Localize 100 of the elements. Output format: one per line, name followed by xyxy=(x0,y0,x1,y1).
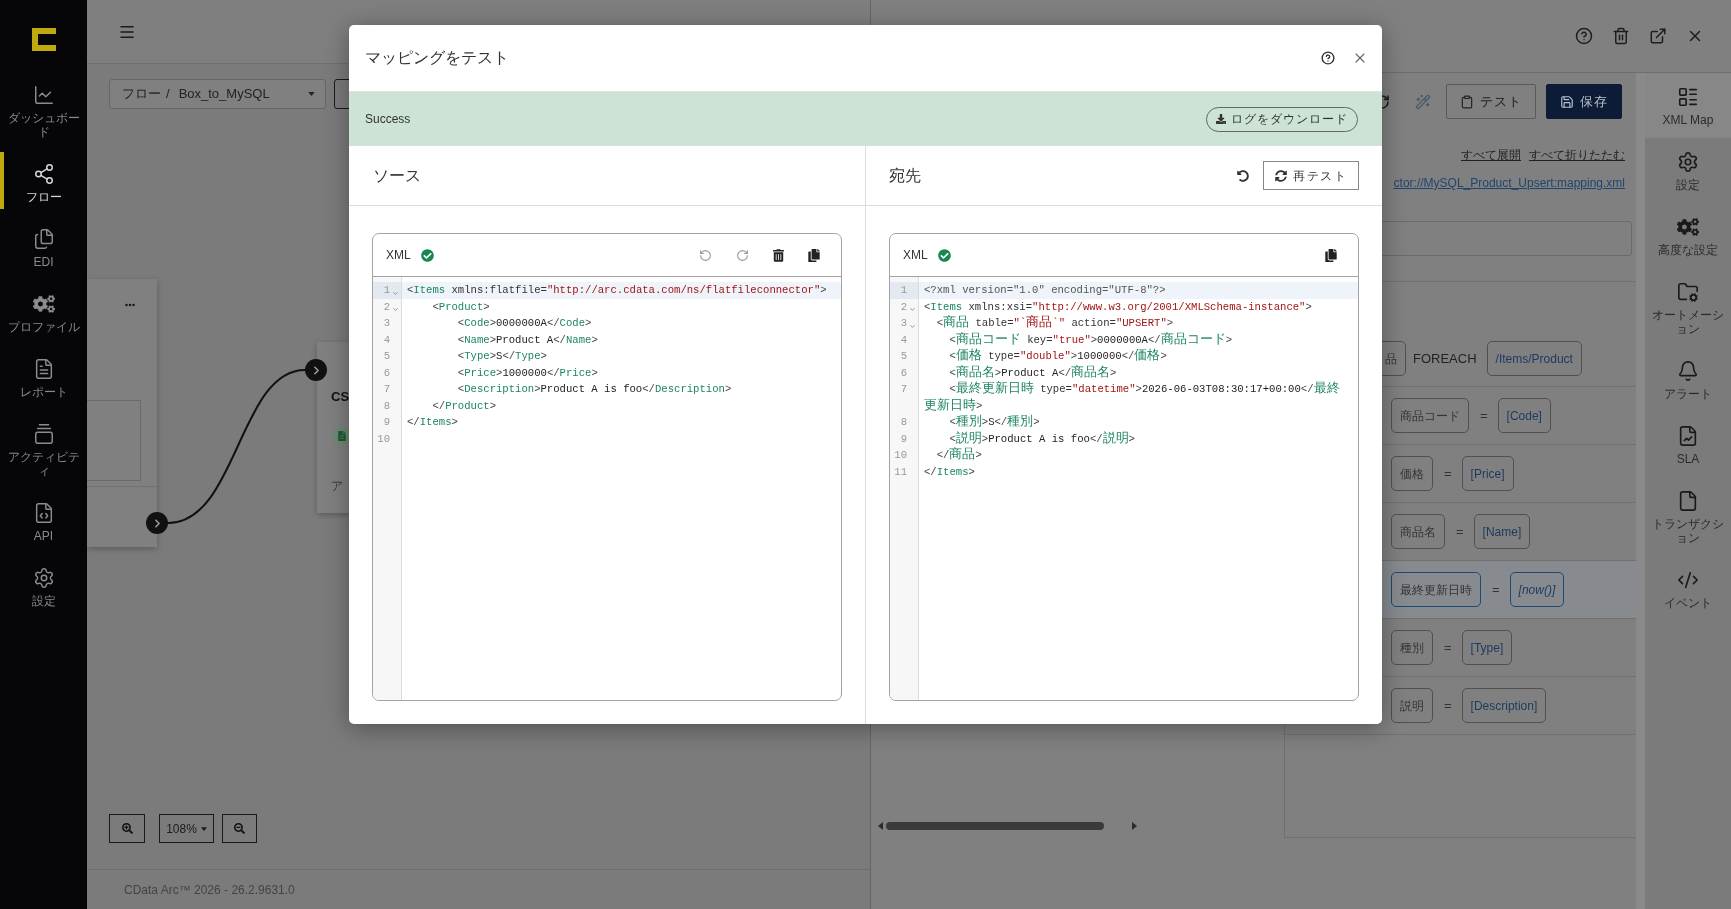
settings-icon xyxy=(32,567,55,589)
chevron-down-icon[interactable] xyxy=(392,306,399,313)
target-field[interactable]: 最終更新日時 xyxy=(1391,572,1481,607)
sidebar-item[interactable]: API xyxy=(0,489,87,554)
code-line: </Product> xyxy=(431,398,498,414)
sidebar-item[interactable]: 設定 xyxy=(0,554,87,619)
rail-item[interactable]: SLA xyxy=(1645,412,1731,477)
refresh-icon xyxy=(1275,169,1287,182)
zoom-in-button[interactable] xyxy=(109,814,145,843)
scrollbar[interactable] xyxy=(878,820,1137,832)
trash-icon[interactable] xyxy=(773,248,784,262)
line-number: 4 xyxy=(900,332,907,348)
code-line: <Code>0000000A</Code> xyxy=(456,316,593,331)
share-nodes-icon xyxy=(32,163,55,185)
sidebar-item[interactable]: ダッシュボード xyxy=(0,71,87,150)
rail-item[interactable]: アラート xyxy=(1645,347,1731,412)
folder-gear-icon xyxy=(1677,281,1699,303)
breadcrumb-dropdown[interactable]: フロー / Box_to_MySQL xyxy=(109,79,326,109)
code-line: <説明>Product A is foo</説明> xyxy=(948,430,1136,447)
code-line: <商品名>Product A</商品名> xyxy=(948,364,1118,381)
help-icon[interactable] xyxy=(1321,51,1335,65)
line-number: 2 xyxy=(383,299,390,315)
line-number: 9 xyxy=(900,431,907,447)
bell-icon xyxy=(1677,360,1699,382)
pane-heading: ソース xyxy=(373,165,421,186)
caret-down-icon xyxy=(200,826,207,831)
chart-document-icon xyxy=(1677,425,1699,447)
node-title: CS xyxy=(331,388,350,406)
code-line: <Items xmlns:xsi="http://www.w3.org/2001/XMLSchema-instance"> xyxy=(923,299,1313,315)
scrollbar[interactable] xyxy=(1636,73,1645,909)
line-number: 5 xyxy=(900,349,907,364)
code-icon xyxy=(1677,569,1699,591)
target-field[interactable]: 商品コード xyxy=(1391,398,1469,433)
save-icon xyxy=(1560,94,1574,109)
link[interactable]: すべて展開 xyxy=(1461,147,1521,163)
connector-port[interactable] xyxy=(305,359,327,381)
target-field[interactable]: 商品名 xyxy=(1391,514,1445,549)
sidebar-item[interactable]: プロファイル xyxy=(0,280,87,345)
gears-icon xyxy=(1677,216,1699,238)
file-link[interactable]: ctor://MySQL_Product_Upsert:mapping.xml xyxy=(1393,175,1625,191)
connector-port[interactable] xyxy=(146,512,168,534)
copy-icon[interactable] xyxy=(808,248,820,262)
operator-text: = xyxy=(1444,638,1452,657)
document-icon xyxy=(1677,490,1699,512)
operator-text: = xyxy=(1444,696,1452,715)
code-line: </商品> xyxy=(935,447,983,464)
list-layout-icon xyxy=(1677,86,1699,108)
source-field[interactable]: [Code] xyxy=(1497,398,1551,433)
rail-item[interactable]: イベント xyxy=(1645,556,1731,621)
target-field[interactable]: 説明 xyxy=(1391,688,1433,723)
operator-text: = xyxy=(1444,464,1452,483)
line-number: 10 xyxy=(377,431,390,447)
status-text: Success xyxy=(365,111,411,128)
source-field[interactable]: [Price] xyxy=(1461,456,1514,491)
line-chart-icon xyxy=(32,84,55,106)
redo-icon[interactable] xyxy=(736,248,749,262)
source-field[interactable]: [Type] xyxy=(1461,630,1513,665)
source-field[interactable]: /Items/Product xyxy=(1486,341,1582,376)
zoom-level-dropdown[interactable]: 108% xyxy=(159,814,214,843)
external-link-icon[interactable] xyxy=(1649,27,1667,45)
code-line: <Name>Product A</Name> xyxy=(456,332,599,348)
retest-button[interactable]: 再テスト xyxy=(1263,161,1359,190)
rail-item[interactable]: 設定 xyxy=(1645,138,1731,203)
code-line: <Price>1000000</Price> xyxy=(456,365,599,381)
line-number: 8 xyxy=(900,415,907,430)
line-number: 8 xyxy=(383,398,390,414)
line-number: 11 xyxy=(894,464,907,480)
rail-item[interactable]: オートメーション xyxy=(1645,268,1731,347)
gears-icon xyxy=(32,293,55,315)
download-icon xyxy=(1216,114,1226,124)
sidebar-item[interactable]: フロー xyxy=(0,150,87,215)
operator-text: = xyxy=(1480,406,1488,425)
rail-item[interactable]: XML Map xyxy=(1645,73,1731,138)
copy-icon[interactable] xyxy=(1325,248,1337,262)
line-number: 10 xyxy=(894,448,907,463)
target-field[interactable]: 種別 xyxy=(1391,630,1433,665)
chevron-down-icon[interactable] xyxy=(909,306,916,313)
rail-item[interactable]: 高度な設定 xyxy=(1645,203,1731,268)
language-label: XML xyxy=(903,247,928,264)
toolbar-button[interactable]: 保存 xyxy=(1546,84,1622,119)
code-line: <Product> xyxy=(431,299,491,315)
settings-icon xyxy=(1677,151,1699,173)
sidebar-item[interactable]: EDI xyxy=(0,215,87,280)
logo[interactable] xyxy=(31,28,56,51)
rail-item[interactable]: トランザクション xyxy=(1645,477,1731,556)
zoom-out-button[interactable] xyxy=(222,814,257,843)
sidebar-item[interactable]: アクティビティ xyxy=(0,410,87,489)
link[interactable]: すべて折りたたむ xyxy=(1529,147,1625,163)
target-field[interactable]: 価格 xyxy=(1391,456,1433,491)
source-field[interactable]: [now()] xyxy=(1509,572,1565,607)
sidebar-item[interactable]: レポート xyxy=(0,345,87,410)
undo-icon[interactable] xyxy=(1237,169,1249,182)
source-field[interactable]: [Name] xyxy=(1473,514,1531,549)
zoom-in-icon xyxy=(121,823,133,834)
stack-icon xyxy=(32,423,55,445)
line-number: 3 xyxy=(900,316,907,331)
operator-text: = xyxy=(1492,580,1500,599)
code-line: <Type>S</Type> xyxy=(456,349,548,364)
toolbar-button[interactable]: テスト xyxy=(1446,84,1536,119)
source-field[interactable]: [Description] xyxy=(1461,688,1547,723)
